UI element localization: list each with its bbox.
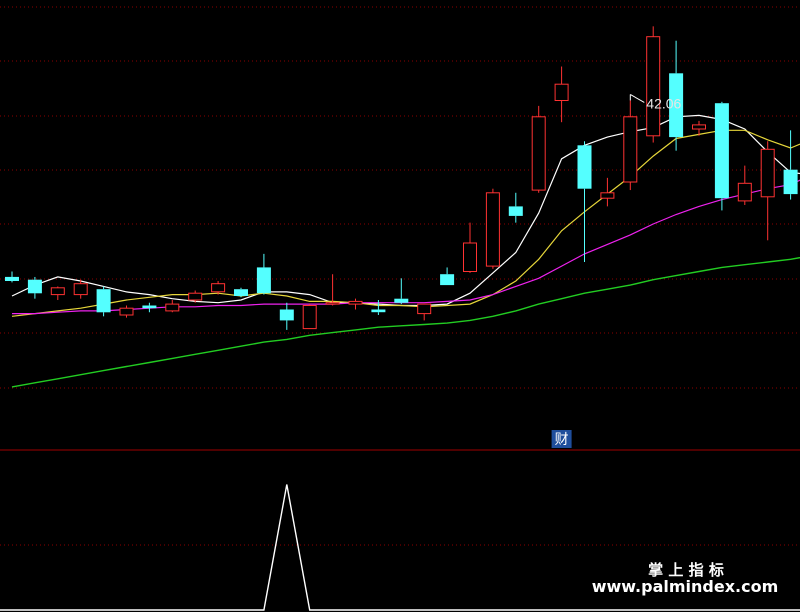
candle-body xyxy=(600,192,615,199)
candle-body xyxy=(737,182,752,202)
candle-body xyxy=(27,279,42,294)
candle-body xyxy=(5,276,19,281)
candle-body xyxy=(531,116,546,191)
candle xyxy=(211,281,226,295)
candle xyxy=(302,304,317,330)
candle-body xyxy=(623,116,638,183)
candle-body xyxy=(554,83,569,101)
candle-body xyxy=(417,303,432,315)
candle xyxy=(646,26,661,143)
high-price-marker: 42.06 xyxy=(629,94,682,111)
ma-line-4 xyxy=(11,256,800,388)
candle-body xyxy=(371,309,386,313)
ma-line-1 xyxy=(11,114,800,307)
candle xyxy=(394,278,409,305)
candle-body xyxy=(73,283,88,296)
high-price-label: 42.06 xyxy=(646,95,681,111)
candle-body xyxy=(463,242,477,272)
candle xyxy=(234,287,248,298)
candle-body xyxy=(302,305,317,330)
candle-body xyxy=(234,289,248,296)
candle xyxy=(600,177,615,207)
candle-body xyxy=(760,148,775,198)
watermark: 掌 上 指 标 www.palmindex.com xyxy=(592,561,779,596)
candle xyxy=(440,267,455,286)
signal-markers: 财S xyxy=(551,430,572,448)
candle-body xyxy=(348,300,363,305)
candle xyxy=(27,276,42,299)
candle-body xyxy=(577,145,592,189)
candle-body xyxy=(96,289,111,313)
candle-body xyxy=(394,298,409,303)
candle xyxy=(165,300,180,313)
candle xyxy=(119,305,134,318)
candlestick-series xyxy=(5,26,798,330)
candle-body xyxy=(188,292,203,301)
candle-body xyxy=(165,303,180,312)
candle-body xyxy=(440,274,455,286)
candle-body xyxy=(325,302,340,305)
candle xyxy=(142,302,157,313)
candle-body xyxy=(256,267,271,294)
candle xyxy=(50,286,65,301)
candle xyxy=(737,165,752,205)
candle-body xyxy=(714,103,729,199)
candle xyxy=(256,253,271,295)
candle xyxy=(623,100,638,191)
ma-line-2 xyxy=(11,129,800,317)
candle-body xyxy=(50,287,65,296)
candle xyxy=(783,130,798,200)
candle xyxy=(96,286,111,317)
candle-body xyxy=(508,206,523,216)
candle xyxy=(279,302,294,330)
candle-body xyxy=(279,309,294,321)
watermark-url: www.palmindex.com xyxy=(592,577,779,596)
marker-cai: 财 xyxy=(555,432,569,448)
candle-body xyxy=(485,192,500,267)
candle-body xyxy=(119,307,134,316)
candle xyxy=(714,101,729,211)
candle-body xyxy=(142,305,157,309)
stock-chart: 42.06 财S 掌 上 指 标 www.palmindex.com xyxy=(0,6,800,611)
candle xyxy=(417,303,432,321)
candle xyxy=(554,66,569,123)
candle-body xyxy=(646,36,661,137)
candle xyxy=(577,141,592,263)
candle xyxy=(485,188,500,269)
candle xyxy=(508,192,523,223)
candle xyxy=(5,271,19,283)
candle xyxy=(463,222,477,273)
candle-body xyxy=(211,283,226,293)
candle-body xyxy=(783,169,798,195)
candle-body xyxy=(692,124,706,130)
moving-average-lines xyxy=(11,114,800,388)
candle xyxy=(348,298,363,310)
candle xyxy=(760,141,775,241)
candle xyxy=(531,105,546,193)
